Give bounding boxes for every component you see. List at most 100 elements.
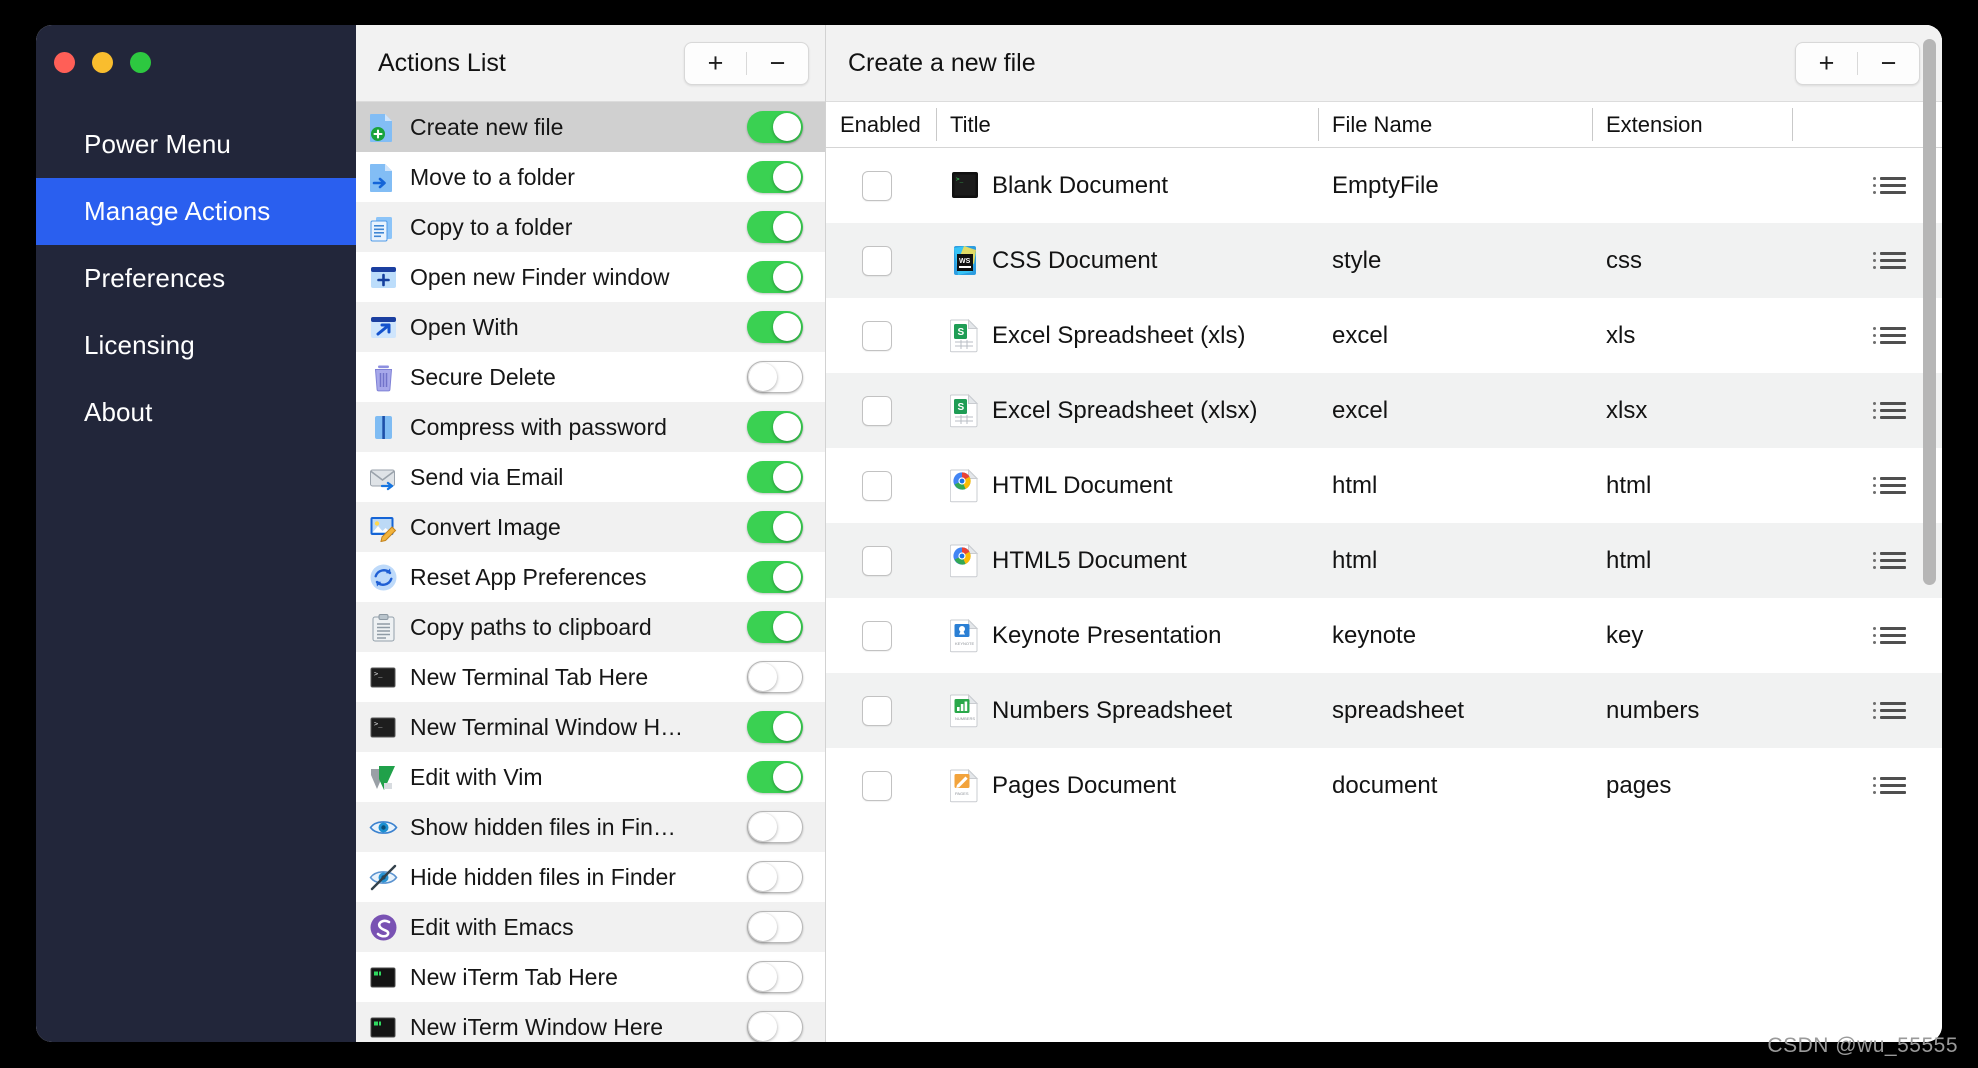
action-list-item[interactable]: Open new Finder window: [356, 252, 825, 302]
table-row[interactable]: PAGES Pages Document document pages: [826, 748, 1942, 823]
action-enabled-toggle[interactable]: [747, 161, 803, 193]
column-header-enabled[interactable]: Enabled: [826, 102, 936, 147]
actions-list-scroll-area[interactable]: Create new file Move to a folder Copy to a…: [356, 102, 825, 1042]
enabled-checkbox[interactable]: [862, 320, 892, 351]
action-enabled-toggle[interactable]: [747, 711, 803, 743]
action-list-item[interactable]: Copy paths to clipboard: [356, 602, 825, 652]
close-window-button[interactable]: [54, 52, 75, 73]
sidebar-item-about[interactable]: About: [36, 379, 356, 446]
action-list-item[interactable]: Secure Delete: [356, 352, 825, 402]
action-enabled-toggle[interactable]: [747, 611, 803, 643]
sidebar-item-manage-actions[interactable]: Manage Actions: [36, 178, 356, 245]
table-row[interactable]: HTML Document html html: [826, 448, 1942, 523]
extension-cell[interactable]: xls: [1592, 298, 1792, 373]
action-enabled-toggle[interactable]: [747, 361, 803, 393]
column-header-file-name[interactable]: File Name: [1318, 102, 1592, 147]
column-header-actions[interactable]: [1792, 102, 1942, 147]
enabled-checkbox[interactable]: [862, 770, 892, 801]
action-enabled-toggle[interactable]: [747, 961, 803, 993]
remove-action-button[interactable]: −: [747, 43, 808, 84]
enabled-checkbox[interactable]: [862, 470, 892, 501]
table-row[interactable]: WS CSS Document style css: [826, 223, 1942, 298]
action-enabled-toggle[interactable]: [747, 411, 803, 443]
action-enabled-toggle[interactable]: [747, 811, 803, 843]
action-list-item[interactable]: Edit with Emacs: [356, 902, 825, 952]
file-name-cell[interactable]: EmptyFile: [1318, 148, 1592, 223]
file-name-cell[interactable]: document: [1318, 748, 1592, 823]
enabled-checkbox[interactable]: [862, 545, 892, 576]
extension-cell[interactable]: xlsx: [1592, 373, 1792, 448]
column-header-extension[interactable]: Extension: [1592, 102, 1792, 147]
table-row[interactable]: S Excel Spreadsheet (xlsx) excel xlsx: [826, 373, 1942, 448]
action-enabled-toggle[interactable]: [747, 111, 803, 143]
action-enabled-toggle[interactable]: [747, 311, 803, 343]
action-list-item[interactable]: >_ New Terminal Tab Here: [356, 652, 825, 702]
file-name-cell[interactable]: excel: [1318, 298, 1592, 373]
row-menu-icon[interactable]: [1873, 627, 1906, 644]
action-enabled-toggle[interactable]: [747, 561, 803, 593]
table-row[interactable]: S Excel Spreadsheet (xls) excel xls: [826, 298, 1942, 373]
action-list-item[interactable]: >_ New Terminal Window H…: [356, 702, 825, 752]
column-header-title[interactable]: Title: [936, 102, 1318, 147]
action-list-item[interactable]: Hide hidden files in Finder: [356, 852, 825, 902]
remove-entry-button[interactable]: −: [1858, 43, 1919, 84]
table-row[interactable]: KEYNOTE Keynote Presentation keynote key: [826, 598, 1942, 673]
table-row[interactable]: HTML5 Document html html: [826, 523, 1942, 598]
file-name-cell[interactable]: keynote: [1318, 598, 1592, 673]
file-name-cell[interactable]: html: [1318, 448, 1592, 523]
row-menu-icon[interactable]: [1873, 477, 1906, 494]
action-list-item[interactable]: New iTerm Tab Here: [356, 952, 825, 1002]
enabled-checkbox[interactable]: [862, 170, 892, 201]
extension-cell[interactable]: numbers: [1592, 673, 1792, 748]
action-enabled-toggle[interactable]: [747, 861, 803, 893]
action-list-item[interactable]: Edit with Vim: [356, 752, 825, 802]
sidebar-item-preferences[interactable]: Preferences: [36, 245, 356, 312]
action-list-item[interactable]: Convert Image: [356, 502, 825, 552]
enabled-checkbox[interactable]: [862, 695, 892, 726]
row-menu-icon[interactable]: [1873, 327, 1906, 344]
enabled-checkbox[interactable]: [862, 245, 892, 276]
action-list-item[interactable]: Compress with password: [356, 402, 825, 452]
file-name-cell[interactable]: html: [1318, 523, 1592, 598]
table-row[interactable]: NUMBERS Numbers Spreadsheet spreadsheet num…: [826, 673, 1942, 748]
table-body[interactable]: >_ Blank Document EmptyFile WS CSS Document s…: [826, 148, 1942, 1042]
extension-cell[interactable]: html: [1592, 523, 1792, 598]
row-menu-icon[interactable]: [1873, 252, 1906, 269]
table-row[interactable]: >_ Blank Document EmptyFile: [826, 148, 1942, 223]
action-list-item[interactable]: Open With: [356, 302, 825, 352]
action-enabled-toggle[interactable]: [747, 211, 803, 243]
extension-cell[interactable]: [1592, 148, 1792, 223]
action-list-item[interactable]: Move to a folder: [356, 152, 825, 202]
row-menu-icon[interactable]: [1873, 777, 1906, 794]
file-name-cell[interactable]: excel: [1318, 373, 1592, 448]
action-list-item[interactable]: Send via Email: [356, 452, 825, 502]
action-list-item[interactable]: Create new file: [356, 102, 825, 152]
row-menu-icon[interactable]: [1873, 177, 1906, 194]
extension-cell[interactable]: css: [1592, 223, 1792, 298]
action-list-item[interactable]: New iTerm Window Here: [356, 1002, 825, 1042]
row-menu-icon[interactable]: [1873, 402, 1906, 419]
sidebar-item-licensing[interactable]: Licensing: [36, 312, 356, 379]
action-enabled-toggle[interactable]: [747, 911, 803, 943]
extension-cell[interactable]: html: [1592, 448, 1792, 523]
sidebar-item-power-menu[interactable]: Power Menu: [36, 111, 356, 178]
action-list-item[interactable]: Copy to a folder: [356, 202, 825, 252]
file-name-cell[interactable]: spreadsheet: [1318, 673, 1592, 748]
zoom-window-button[interactable]: [130, 52, 151, 73]
action-list-item[interactable]: Show hidden files in Fin…: [356, 802, 825, 852]
action-enabled-toggle[interactable]: [747, 511, 803, 543]
action-list-item[interactable]: Reset App Preferences: [356, 552, 825, 602]
add-action-button[interactable]: +: [685, 43, 746, 84]
add-entry-button[interactable]: +: [1796, 43, 1857, 84]
enabled-checkbox[interactable]: [862, 620, 892, 651]
minimize-window-button[interactable]: [92, 52, 113, 73]
enabled-checkbox[interactable]: [862, 395, 892, 426]
action-enabled-toggle[interactable]: [747, 661, 803, 693]
extension-cell[interactable]: pages: [1592, 748, 1792, 823]
vertical-scrollbar-thumb[interactable]: [1923, 39, 1936, 585]
action-enabled-toggle[interactable]: [747, 461, 803, 493]
action-enabled-toggle[interactable]: [747, 1011, 803, 1042]
extension-cell[interactable]: key: [1592, 598, 1792, 673]
row-menu-icon[interactable]: [1873, 552, 1906, 569]
file-name-cell[interactable]: style: [1318, 223, 1592, 298]
